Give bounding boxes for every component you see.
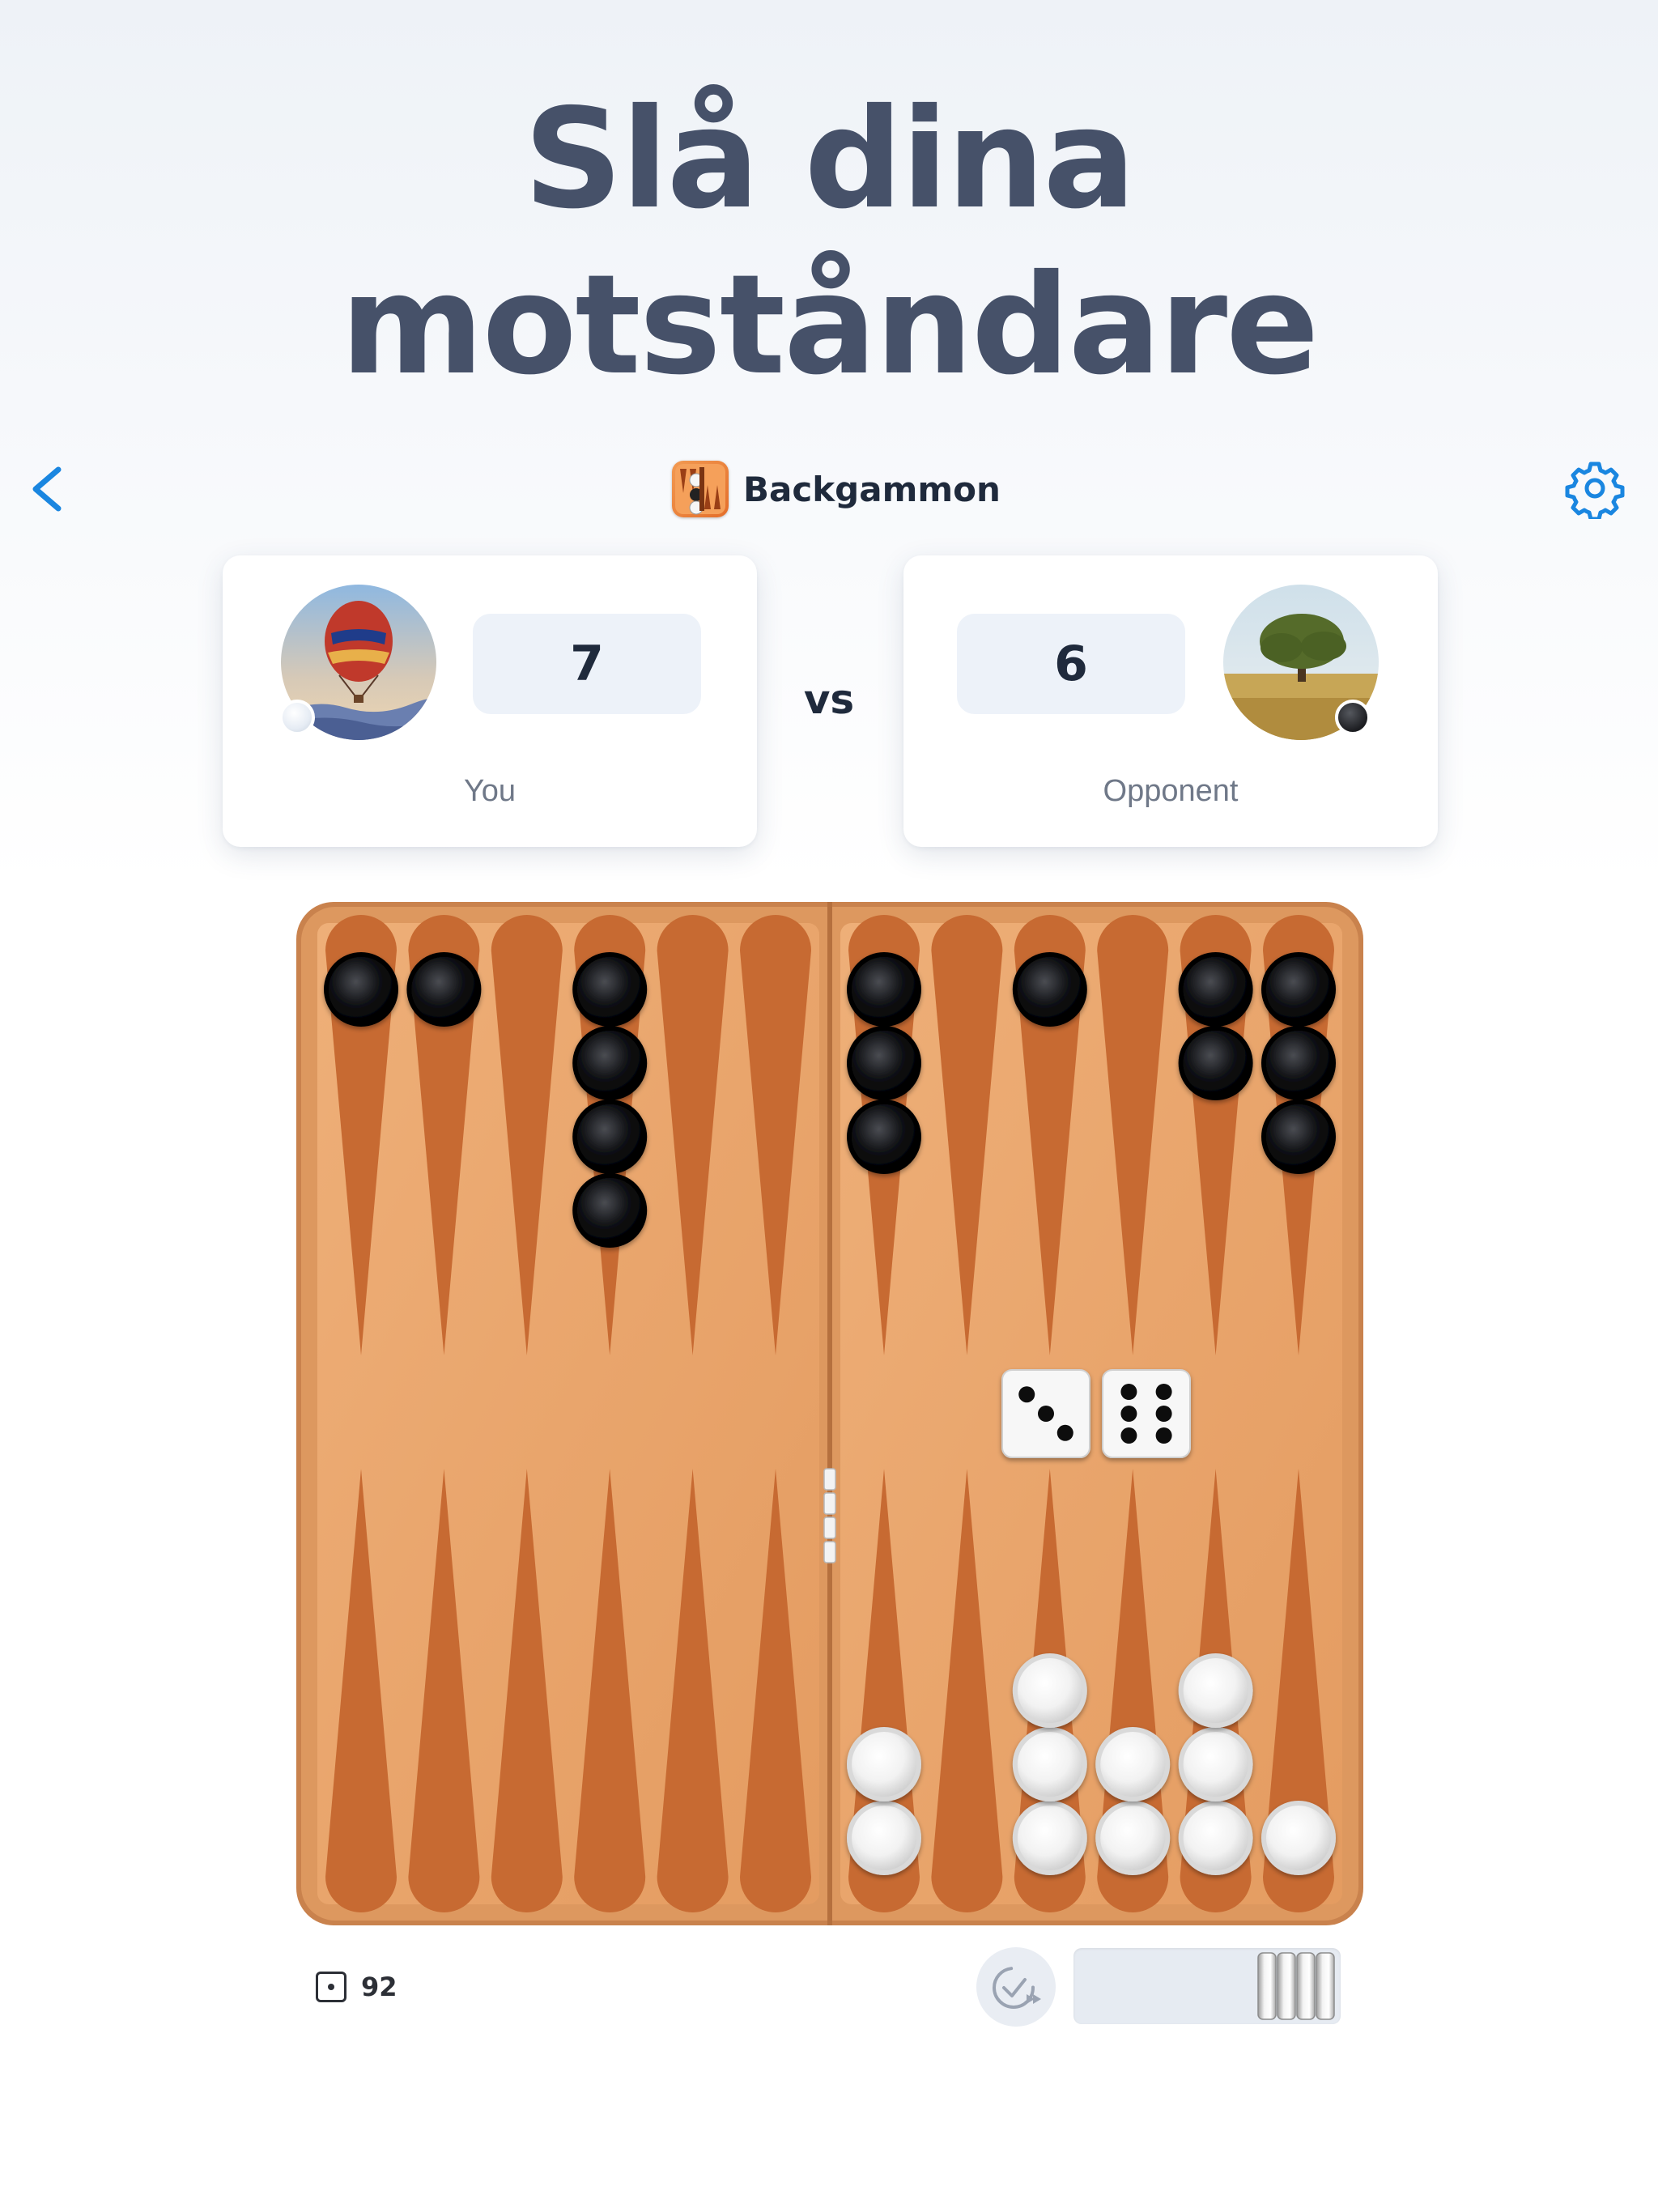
black-checker[interactable] [1261,1026,1336,1100]
white-piece-badge [279,700,315,735]
borne-off-checker [1316,1952,1335,2020]
headline-line-1: Slå dina [523,79,1136,240]
app-title: Backgammon [743,469,1001,509]
black-piece-badge [1335,700,1371,735]
black-checker[interactable] [1178,1026,1253,1100]
white-checker[interactable] [847,1727,921,1802]
gear-icon [1565,462,1625,521]
black-checker[interactable] [1178,952,1253,1027]
die-pip [1155,1384,1172,1400]
black-checker[interactable] [572,952,648,1027]
die-pip [1155,1427,1172,1444]
black-checker[interactable] [1012,952,1087,1027]
nav-title: Backgammon [672,460,1001,518]
borne-off-checker [1277,1952,1296,2020]
score-opponent: 6 [957,614,1185,714]
black-checker[interactable] [406,952,482,1027]
white-checker[interactable] [1261,1801,1336,1875]
die-pip [1120,1427,1137,1444]
board-svg[interactable] [296,902,1363,2187]
black-checker[interactable] [324,952,398,1027]
white-checker[interactable] [1012,1727,1087,1802]
vs-label: vs [803,676,855,723]
die-pip [1155,1406,1172,1422]
chevron-left-icon [32,466,62,512]
settings-button[interactable] [1564,457,1626,521]
black-checker[interactable] [847,952,921,1027]
white-checker[interactable] [847,1801,921,1875]
board-hinge-line [827,902,832,1925]
die-pip [1056,1424,1073,1441]
white-checker[interactable] [1095,1801,1171,1875]
black-checker[interactable] [572,1026,648,1100]
white-checker[interactable] [1178,1801,1253,1875]
board-hinge [823,1516,836,1539]
board-hinge [823,1468,836,1491]
die-pip [1120,1406,1137,1422]
borne-off-checker [1257,1952,1277,2020]
die [1102,1369,1191,1458]
black-checker[interactable] [572,1100,648,1174]
backgammon-app-icon [672,461,729,517]
back-button[interactable] [23,460,74,518]
headline: Slå dina motståndare [0,77,1658,409]
white-checker[interactable] [1178,1653,1253,1728]
moves-count: 92 [361,1972,397,2002]
black-checker[interactable] [847,1026,921,1100]
autoplay-button[interactable] [976,1947,1056,2027]
die-icon [316,1972,346,2002]
player-card-opponent: 6 Opponent [903,555,1438,847]
borne-off-checkers [1257,1952,1335,2020]
player-label-you: You [463,774,517,808]
die [1001,1369,1090,1458]
white-checker[interactable] [1178,1727,1253,1802]
board-left-half [317,923,819,1904]
score-you: 7 [473,614,701,714]
black-checker[interactable] [572,1173,648,1248]
die-pip [1018,1386,1035,1403]
die-pip [1120,1384,1137,1400]
autoplay-check-icon [993,1967,1041,2009]
backgammon-board[interactable] [296,902,1363,2187]
black-checker[interactable] [1261,952,1336,1027]
player-label-opponent: Opponent [1103,774,1239,808]
white-checker[interactable] [1095,1727,1171,1802]
moves-counter: 92 [316,1972,397,2002]
black-checker[interactable] [1261,1100,1336,1174]
white-checker[interactable] [1012,1801,1087,1875]
die-pip [1038,1406,1054,1422]
headline-line-2: motståndare [340,245,1320,406]
white-checker[interactable] [1012,1653,1087,1728]
borne-off-checker [1296,1952,1316,2020]
player-card-you: 7 You [223,555,757,847]
board-hinge [823,1492,836,1515]
board-hinge [823,1541,836,1563]
black-checker[interactable] [847,1100,921,1174]
bear-off-tray[interactable] [1073,1948,1341,2024]
